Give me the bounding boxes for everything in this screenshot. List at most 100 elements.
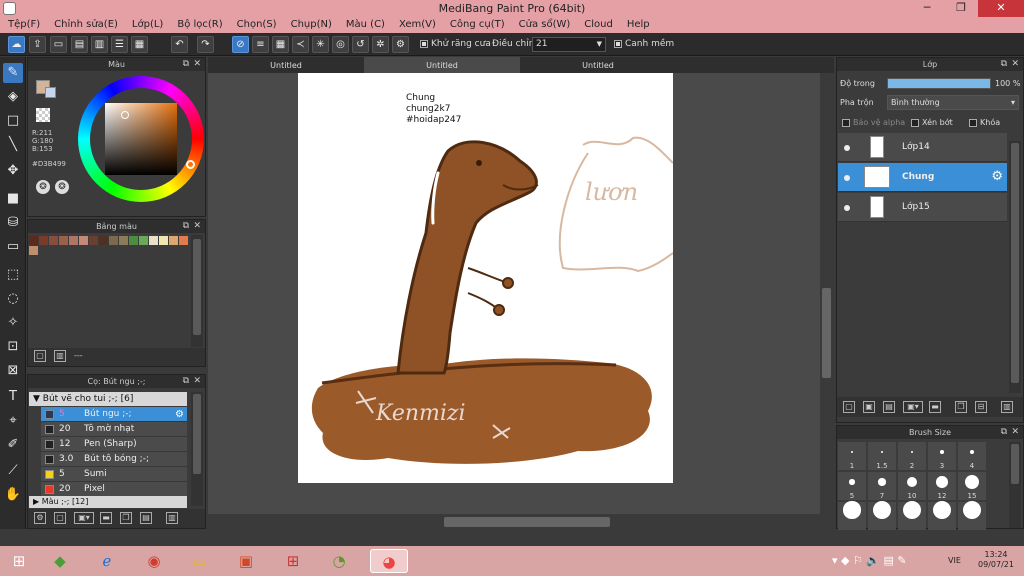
brush-item[interactable]: 5 Bút ngu ;-; ⚙ bbox=[41, 407, 187, 422]
rectangle-tool-icon[interactable]: □ bbox=[3, 111, 23, 131]
settings-list-icon[interactable]: ▤ bbox=[140, 512, 152, 524]
close-icon[interactable]: ✕ bbox=[193, 58, 201, 71]
brush-item[interactable]: 20 Pixel bbox=[41, 482, 187, 497]
grid-snap-icon[interactable]: ▦ bbox=[272, 36, 289, 53]
medibang-taskbar-icon[interactable]: ◕ bbox=[370, 549, 408, 573]
brush-scrollbar[interactable] bbox=[191, 392, 203, 506]
palette-swatch[interactable] bbox=[139, 236, 148, 245]
bluestacks-icon[interactable]: ◆ bbox=[47, 549, 73, 573]
menu-filter[interactable]: Bộ lọc(R) bbox=[177, 17, 222, 33]
transparent-color-swatch[interactable] bbox=[36, 108, 50, 122]
palette-swatch[interactable] bbox=[159, 236, 168, 245]
brush-size-cell[interactable]: 3 bbox=[928, 442, 956, 470]
brush-size-cell[interactable] bbox=[958, 501, 986, 530]
restore-button[interactable]: ❐ bbox=[944, 0, 978, 17]
brush-size-cell[interactable]: 1.5 bbox=[868, 442, 896, 470]
duplicate-brush-icon[interactable]: ❐ bbox=[120, 512, 132, 524]
palette-swatch[interactable] bbox=[59, 236, 68, 245]
brush-size-cell[interactable]: 12 bbox=[928, 472, 956, 500]
popout-icon[interactable]: ⧉ bbox=[183, 58, 189, 71]
app-icon[interactable] bbox=[3, 2, 16, 15]
sv-picker-handle[interactable] bbox=[121, 111, 129, 119]
add-palette-icon[interactable]: ▢ bbox=[34, 350, 46, 362]
popout-icon[interactable]: ⧉ bbox=[1001, 426, 1007, 439]
powerpoint-icon[interactable]: ▣ bbox=[233, 549, 259, 573]
merge-layer-icon[interactable]: ⊟ bbox=[975, 401, 987, 413]
popout-icon[interactable]: ⧉ bbox=[183, 375, 189, 388]
layer-row[interactable]: Lớp14 bbox=[838, 133, 1007, 162]
tab-untitled-2[interactable]: Untitled bbox=[364, 57, 520, 73]
tray-icons[interactable]: ▾ ◆ ⚐ 🔈 ▤ ✎ bbox=[832, 554, 907, 567]
menu-help[interactable]: Help bbox=[627, 17, 650, 33]
brush-menu-icon[interactable]: ▣▾ bbox=[74, 512, 94, 524]
fill-rect-tool-icon[interactable]: ■ bbox=[3, 189, 23, 209]
menu-view[interactable]: Xem(V) bbox=[399, 17, 436, 33]
green-app-icon[interactable]: ◔ bbox=[326, 549, 352, 573]
clock[interactable]: 13:24 09/07/21 bbox=[972, 550, 1020, 570]
menu-edit[interactable]: Chỉnh sửa(E) bbox=[54, 17, 118, 33]
brush-size-cell[interactable]: 4 bbox=[958, 442, 986, 470]
layer-folder-icon[interactable]: ▬ bbox=[929, 401, 941, 413]
message-icon[interactable]: ▤ bbox=[71, 36, 88, 53]
layer-scrollbar[interactable] bbox=[1009, 141, 1021, 393]
new-8bit-layer-icon[interactable]: ▤ bbox=[883, 401, 895, 413]
palette-swatch[interactable] bbox=[29, 246, 38, 255]
new-layer-icon[interactable]: ▢ bbox=[843, 401, 855, 413]
hue-wheel[interactable] bbox=[78, 76, 204, 202]
lock-checkbox[interactable] bbox=[969, 118, 977, 127]
tab-untitled-1[interactable]: Untitled bbox=[208, 57, 364, 73]
gradient-tool-icon[interactable]: ▭ bbox=[3, 237, 23, 257]
brush-size-cell[interactable]: 5 bbox=[838, 472, 866, 500]
palette-swatch[interactable] bbox=[79, 236, 88, 245]
close-icon[interactable]: ✕ bbox=[1011, 426, 1019, 439]
menu-layer[interactable]: Lớp(L) bbox=[132, 17, 163, 33]
brush-size-cell[interactable]: 15 bbox=[958, 472, 986, 500]
clipping-checkbox[interactable] bbox=[911, 118, 919, 127]
popout-icon[interactable]: ⧉ bbox=[1001, 58, 1007, 71]
grid-icon[interactable]: ▦ bbox=[131, 36, 148, 53]
brush-size-cell[interactable]: 1 bbox=[838, 442, 866, 470]
canvas-horizontal-scrollbar[interactable] bbox=[208, 514, 820, 530]
brush-item[interactable]: 20 Tô mờ nhạt bbox=[41, 422, 187, 437]
eraser-tool-icon[interactable]: ◈ bbox=[3, 87, 23, 107]
menu-select[interactable]: Chọn(S) bbox=[237, 17, 277, 33]
palette-swatch[interactable] bbox=[99, 236, 108, 245]
delete-brush-icon[interactable]: ▥ bbox=[166, 512, 178, 524]
brush-size-cell[interactable]: 10 bbox=[898, 472, 926, 500]
saturation-value-square[interactable] bbox=[105, 103, 177, 175]
operation-tool-icon[interactable]: ⌖ bbox=[3, 411, 23, 431]
hue-picker-handle[interactable] bbox=[186, 160, 195, 169]
layer-visibility-icon[interactable] bbox=[844, 175, 850, 181]
layer-menu-icon[interactable]: ▣▾ bbox=[903, 401, 923, 413]
redo-icon[interactable]: ↷ bbox=[197, 36, 214, 53]
lasso-tool-icon[interactable]: ◌ bbox=[3, 289, 23, 309]
line-tool-icon[interactable]: ╲ bbox=[3, 135, 23, 155]
document-icon[interactable]: ▥ bbox=[91, 36, 108, 53]
delete-layer-icon[interactable]: ▥ bbox=[1001, 401, 1013, 413]
divide-tool-icon[interactable]: ✐ bbox=[3, 435, 23, 455]
brush-group-header[interactable]: ▼ Bút vẽ cho tui ;-; [6] bbox=[29, 392, 187, 406]
background-color-swatch[interactable] bbox=[45, 87, 56, 98]
list-icon[interactable]: ☰ bbox=[111, 36, 128, 53]
bucket-tool-icon[interactable]: ⛁ bbox=[3, 213, 23, 233]
palette-swatch[interactable] bbox=[149, 236, 158, 245]
brush-item[interactable]: 5 Sumi bbox=[41, 467, 187, 482]
brush-size-cell[interactable]: 2 bbox=[898, 442, 926, 470]
perspective-snap-icon[interactable]: ≺ bbox=[292, 36, 309, 53]
palette-swatch[interactable] bbox=[69, 236, 78, 245]
drawing-canvas[interactable]: Chung chung2k7 #hoidap247 lươn Kenmizi bbox=[298, 73, 674, 483]
chrome-icon[interactable]: ◉ bbox=[141, 549, 167, 573]
internet-explorer-icon[interactable]: ℯ bbox=[94, 549, 120, 573]
network-app-icon[interactable]: ⊞ bbox=[280, 549, 306, 573]
radial-snap-icon[interactable]: ✳ bbox=[312, 36, 329, 53]
palette-swatch[interactable] bbox=[39, 236, 48, 245]
language-indicator[interactable]: VIE bbox=[948, 556, 961, 565]
brush-tool-icon[interactable]: ✎ bbox=[3, 63, 23, 83]
new-halftone-layer-icon[interactable]: ▣ bbox=[863, 401, 875, 413]
close-icon[interactable]: ✕ bbox=[193, 375, 201, 388]
delete-palette-icon[interactable]: ▥ bbox=[54, 350, 66, 362]
brush-size-cell[interactable] bbox=[868, 501, 896, 530]
windows-start-icon[interactable]: ⊞ bbox=[6, 549, 32, 573]
magic-wand-tool-icon[interactable]: ✧ bbox=[3, 313, 23, 333]
circle-snap-icon[interactable]: ◎ bbox=[332, 36, 349, 53]
